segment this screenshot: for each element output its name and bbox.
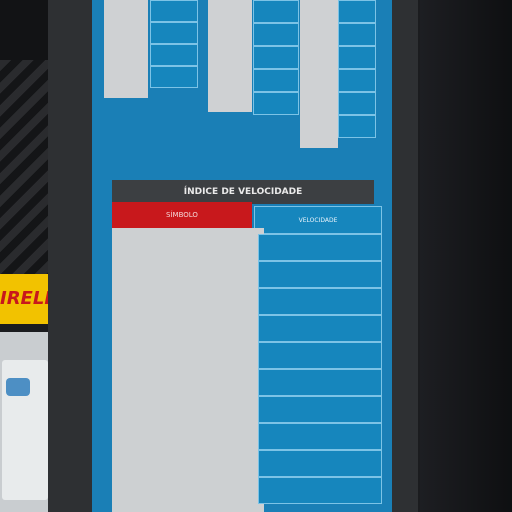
load-cell bbox=[338, 69, 376, 92]
background-shadow bbox=[0, 0, 48, 60]
load-cell bbox=[338, 0, 376, 23]
load-index-column-3 bbox=[300, 0, 338, 148]
load-value-column-2 bbox=[253, 0, 299, 115]
speed-cell bbox=[258, 369, 382, 396]
load-cell bbox=[253, 0, 299, 23]
speed-column bbox=[258, 234, 382, 504]
speed-cell bbox=[258, 261, 382, 288]
speed-cell bbox=[258, 315, 382, 342]
load-cell bbox=[338, 92, 376, 115]
symbol-header: SÍMBOLO bbox=[112, 202, 252, 228]
product-card-icon bbox=[6, 378, 30, 396]
load-index-column-1 bbox=[104, 0, 148, 98]
brand-logo: IRELLI bbox=[0, 288, 50, 309]
load-cell bbox=[253, 69, 299, 92]
load-cell bbox=[338, 46, 376, 69]
background-right bbox=[420, 0, 512, 512]
tire-tread bbox=[0, 60, 48, 280]
load-cell bbox=[150, 44, 198, 66]
speed-header: VELOCIDADE bbox=[254, 206, 382, 234]
symbol-column bbox=[112, 228, 264, 512]
load-cell bbox=[253, 92, 299, 115]
load-value-column-1 bbox=[150, 0, 198, 88]
load-cell bbox=[150, 0, 198, 22]
load-index-column-2 bbox=[208, 0, 252, 112]
speed-cell bbox=[258, 450, 382, 477]
load-cell bbox=[150, 66, 198, 88]
load-cell bbox=[253, 23, 299, 46]
speed-cell bbox=[258, 234, 382, 261]
load-value-column-3 bbox=[338, 0, 376, 138]
load-cell bbox=[253, 46, 299, 69]
speed-cell bbox=[258, 396, 382, 423]
load-cell bbox=[338, 23, 376, 46]
speed-cell bbox=[258, 477, 382, 504]
speed-cell bbox=[258, 342, 382, 369]
speed-cell bbox=[258, 423, 382, 450]
table-title: ÍNDICE DE VELOCIDADE bbox=[112, 180, 374, 204]
speed-cell bbox=[258, 288, 382, 315]
load-cell bbox=[150, 22, 198, 44]
load-cell bbox=[338, 115, 376, 138]
